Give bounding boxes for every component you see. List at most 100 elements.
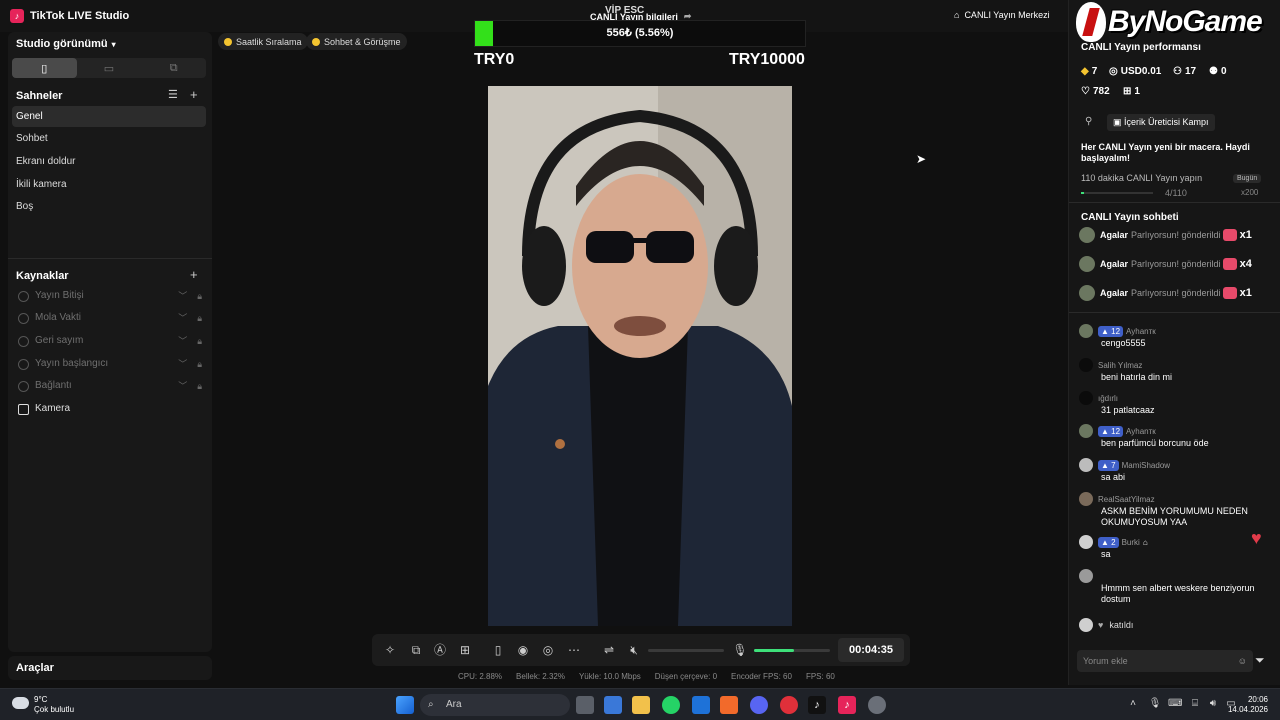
avatar[interactable]	[1079, 535, 1093, 549]
stat-value: 0	[1220, 66, 1227, 77]
scene-item[interactable]: Sohbet	[12, 128, 206, 149]
avatar[interactable]	[1079, 569, 1093, 583]
studio-view-dropdown[interactable]: Studio görünümü ▾	[16, 38, 116, 50]
brave-icon[interactable]	[720, 696, 738, 714]
portrait-layout-icon[interactable]: ▯	[12, 58, 77, 78]
volume-slider[interactable]	[648, 649, 724, 652]
add-scene-icon[interactable]: +	[190, 87, 198, 102]
filter-icon[interactable]: ⏷	[1255, 653, 1265, 668]
weather-widget[interactable]: 9°C Çok bulutlu	[12, 695, 74, 715]
windows-start-icon[interactable]	[396, 696, 414, 714]
source-item[interactable]: Mola Vakti ﹀ 🔒︎	[18, 308, 202, 328]
landscape-layout-icon[interactable]: ▭	[77, 58, 142, 78]
system-clock[interactable]: 20:06 14.04.2026	[1228, 695, 1268, 715]
microphone-icon[interactable]: 🎙︎	[732, 642, 748, 658]
app-icon[interactable]	[780, 696, 798, 714]
lock-icon[interactable]: 🔒︎	[197, 331, 202, 351]
chevron-down-icon[interactable]: ﹀	[178, 331, 187, 351]
username[interactable]: ığdırlı	[1098, 394, 1118, 403]
avatar[interactable]	[1079, 458, 1093, 472]
keyboard-icon[interactable]: ⌨	[1168, 697, 1182, 711]
more-icon[interactable]: ⋯	[566, 642, 582, 658]
source-item[interactable]: Yayın başlangıcı ﹀ 🔒︎	[18, 354, 202, 374]
screen-share-icon[interactable]: ⧉	[408, 642, 424, 658]
tiktok-icon[interactable]: ♪	[808, 696, 826, 714]
chat-message: ▲ 7 MamiShadow sa abi	[1079, 458, 1271, 483]
lock-icon[interactable]: 🔒︎	[197, 376, 202, 396]
status-bar: CPU: 2.88% Bellek: 2.32% Yükle: 10.0 Mbp…	[458, 672, 835, 681]
username[interactable]: Burki	[1122, 538, 1140, 547]
whatsapp-icon[interactable]	[662, 696, 680, 714]
microphone-tray-icon[interactable]: 🎙︎	[1148, 697, 1162, 711]
live-center-link[interactable]: ⌂ CANLI Yayın Merkezi	[954, 10, 1050, 20]
list-icon[interactable]: ☰	[168, 88, 178, 101]
avatar[interactable]	[1079, 324, 1093, 338]
avatar[interactable]	[1079, 492, 1093, 506]
gift-user[interactable]: Agalar	[1100, 230, 1128, 240]
magic-effects-icon[interactable]: ✧	[382, 642, 398, 658]
store-icon[interactable]	[604, 696, 622, 714]
source-label: Yayın başlangıcı	[35, 358, 109, 369]
chevron-down-icon[interactable]: ﹀	[178, 354, 187, 374]
avatar[interactable]	[1079, 358, 1093, 372]
task-reward: x200	[1241, 188, 1259, 197]
source-item[interactable]: Geri sayım ﹀ 🔒︎	[18, 331, 202, 351]
avatar[interactable]	[1079, 618, 1093, 632]
comment-input[interactable]: Yorum ekle ☺	[1077, 650, 1253, 672]
hourly-ranking-chip[interactable]: Saatlik Sıralama	[218, 33, 308, 50]
gift-user[interactable]: Agalar	[1100, 288, 1128, 298]
username[interactable]: RealSaatYilmaz	[1098, 495, 1155, 504]
phone-icon[interactable]: ▯	[490, 642, 506, 658]
audio-mixer-icon[interactable]: ⇌	[601, 642, 617, 658]
tiktok-live-studio-icon[interactable]: ♪	[838, 696, 856, 714]
lock-icon[interactable]: 🔒︎	[197, 354, 202, 374]
task-view-icon[interactable]	[576, 696, 594, 714]
lock-icon[interactable]: 🔒︎	[197, 308, 202, 328]
memory-stat: Bellek: 2.32%	[516, 672, 565, 681]
add-source-icon[interactable]: +	[190, 267, 198, 282]
network-icon[interactable]: ⌸	[1188, 697, 1202, 711]
chevron-up-icon[interactable]: ˄	[1126, 697, 1140, 711]
username[interactable]: Ayhanтк	[1126, 327, 1156, 336]
taskbar-search[interactable]: ⌕ Ara	[420, 694, 570, 716]
username[interactable]: Ayhanтк	[1126, 427, 1156, 436]
volume-icon[interactable]: 🔊︎	[1206, 697, 1220, 711]
lock-icon[interactable]: 🔒︎	[197, 286, 202, 306]
clock-date: 14.04.2026	[1227, 705, 1268, 714]
add-person-icon: ⚉	[1209, 66, 1218, 77]
creator-camp-button[interactable]: ▣ İçerik Üreticisi Kampı	[1107, 114, 1215, 131]
source-item[interactable]: Bağlantı ﹀ 🔒︎	[18, 376, 202, 396]
chevron-down-icon[interactable]: ﹀	[178, 376, 187, 396]
dual-layout-icon[interactable]: ⧉	[141, 58, 206, 78]
chat-call-chip[interactable]: Sohbet & Görüşme	[306, 33, 407, 50]
outlook-icon[interactable]	[692, 696, 710, 714]
scene-item[interactable]: Boş	[12, 196, 206, 217]
source-item-camera[interactable]: Kamera	[18, 399, 202, 419]
speaker-muted-icon[interactable]: 🔇︎	[626, 642, 642, 658]
scene-item[interactable]: İkili kamera	[12, 174, 206, 195]
avatar[interactable]	[1079, 256, 1095, 272]
source-item[interactable]: Yayın Bitişi ﹀ 🔒︎	[18, 286, 202, 306]
ai-icon[interactable]: Ⓐ	[432, 642, 448, 658]
scene-item[interactable]: Genel	[12, 106, 206, 127]
emoji-icon[interactable]: ☺	[1238, 650, 1247, 672]
file-explorer-icon[interactable]	[632, 696, 650, 714]
avatar[interactable]	[1079, 227, 1095, 243]
scene-item[interactable]: Ekranı doldur	[12, 151, 206, 172]
record-icon[interactable]: ◉	[515, 642, 531, 658]
avatar[interactable]	[1079, 391, 1093, 405]
discord-icon[interactable]	[750, 696, 768, 714]
gift-user[interactable]: Agalar	[1100, 259, 1128, 269]
avatar[interactable]	[1079, 424, 1093, 438]
chevron-down-icon[interactable]: ﹀	[178, 308, 187, 328]
creator-icon[interactable]: ⚲	[1085, 116, 1092, 127]
username[interactable]: Salih Yılmaz	[1098, 361, 1142, 370]
chevron-down-icon[interactable]: ﹀	[178, 286, 187, 306]
username[interactable]: MamiShadow	[1122, 461, 1170, 470]
microphone-slider[interactable]	[754, 649, 830, 652]
tools-section[interactable]: Araçlar	[8, 656, 212, 680]
settings-icon[interactable]	[868, 696, 886, 714]
add-media-icon[interactable]: ⊞	[457, 642, 473, 658]
avatar[interactable]	[1079, 285, 1095, 301]
screenshot-icon[interactable]: ◎	[540, 642, 556, 658]
